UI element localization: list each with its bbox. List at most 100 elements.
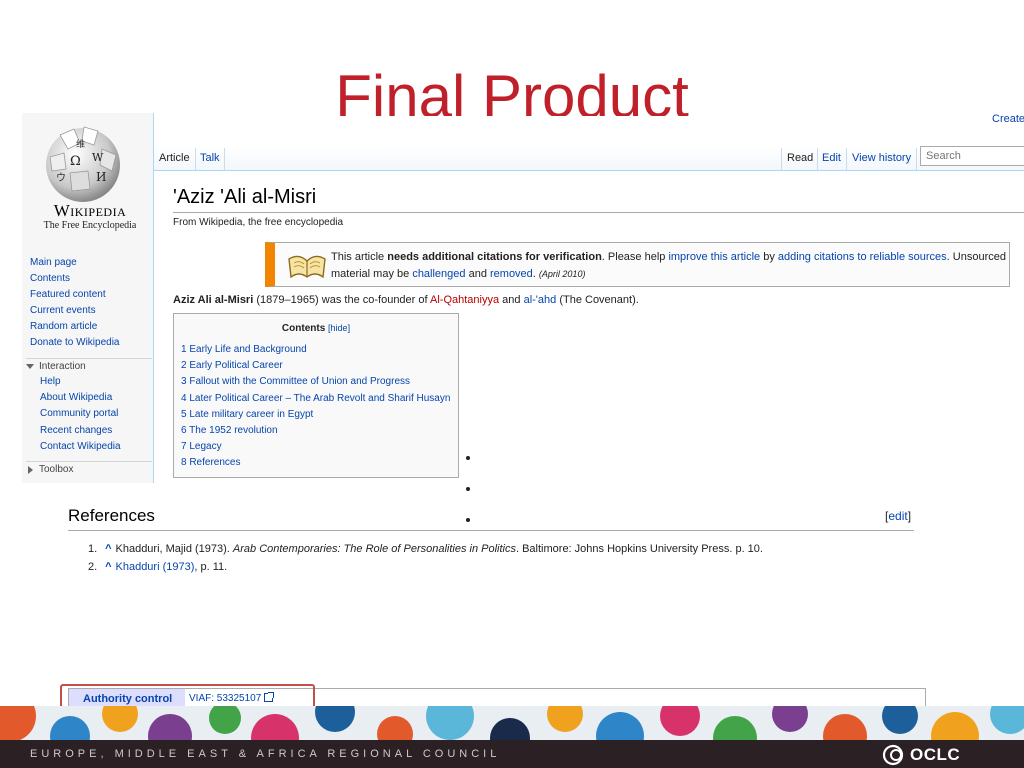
improve-article-link[interactable]: improve this article — [668, 251, 760, 263]
nav-current-events[interactable]: Current events — [30, 303, 150, 319]
toc-item[interactable]: 6 The 1952 revolution — [181, 423, 450, 439]
nav-about-wikipedia[interactable]: About Wikipedia — [26, 390, 152, 406]
tab-separator — [916, 148, 917, 170]
footer-council-name: EUROPE, MIDDLE EAST & AFRICA REGIONAL CO… — [30, 748, 501, 760]
edit-section-link[interactable]: edit — [888, 509, 907, 523]
toolbox-portlet: Toolbox — [26, 461, 152, 477]
triangle-down-icon — [26, 364, 34, 369]
toc-list: 1 Early Life and Background 2 Early Poli… — [181, 342, 450, 472]
svg-text:ウ: ウ — [56, 172, 66, 184]
lead-paragraph: Aziz Ali al-Misri (1879–1965) was the co… — [173, 294, 639, 306]
reference-page: , p. 11. — [194, 561, 228, 573]
references-heading: References — [68, 506, 155, 525]
site-sub: From Wikipedia, the free encyclopedia — [173, 217, 344, 228]
notice-text-part: . — [532, 268, 536, 280]
wikipedia-wordmark: Wikipedia — [53, 201, 127, 220]
svg-text:И: И — [96, 170, 106, 184]
wikipedia-globe-icon[interactable]: Ω W И ウ 维 — [40, 121, 126, 203]
reference-title: Arab Contemporaries: The Role of Persona… — [232, 543, 516, 555]
list-bullet — [466, 456, 470, 460]
nav-contents[interactable]: Contents — [30, 271, 150, 287]
toc-item[interactable]: 8 References — [181, 455, 450, 471]
slide-title: Final Product — [335, 63, 689, 116]
toolbox-toggle[interactable]: Toolbox — [26, 461, 152, 477]
lead-text-part: (1879–1965) was the co-founder of — [253, 294, 431, 306]
citation-notice: This article needs additional citations … — [265, 242, 1010, 287]
toc-item[interactable]: 5 Late military career in Egypt — [181, 407, 450, 423]
lead-subject: Aziz Ali al-Misri — [173, 294, 254, 306]
nav-recent-changes[interactable]: Recent changes — [26, 423, 152, 439]
bracket-close: ] — [907, 509, 912, 523]
nav-main-page[interactable]: Main page — [30, 255, 150, 271]
notice-text-part: and — [465, 268, 490, 280]
notice-bold: needs additional citations for verificat… — [387, 251, 602, 263]
reference-item: 2. ^ Khadduri (1973), p. 11. — [88, 561, 227, 573]
list-bullet — [466, 487, 470, 491]
tab-edit[interactable]: Edit — [822, 151, 841, 165]
toc-hide-link[interactable]: [hide] — [328, 323, 350, 333]
backlink-caret[interactable]: ^ — [105, 543, 111, 555]
al-qahtaniyya-link[interactable]: Al-Qahtaniyya — [430, 294, 499, 306]
toc-item[interactable]: 7 Legacy — [181, 439, 450, 455]
svg-text:维: 维 — [76, 138, 85, 150]
search-input[interactable] — [920, 146, 1024, 166]
nav-help[interactable]: Help — [26, 374, 152, 390]
nav-community-portal[interactable]: Community portal — [26, 406, 152, 422]
adding-citations-link[interactable]: adding citations to reliable sources — [778, 251, 947, 263]
tab-separator — [224, 148, 225, 170]
challenged-link[interactable]: challenged — [412, 268, 465, 280]
toc-item[interactable]: 1 Early Life and Background — [181, 342, 450, 358]
create-account-link[interactable]: Create — [992, 113, 1024, 125]
tab-article[interactable]: Article — [159, 151, 190, 165]
wikipedia-tagline: The Free Encyclopedia — [43, 220, 137, 231]
notice-text: This article needs additional citations … — [331, 249, 1011, 283]
removed-link[interactable]: removed — [490, 268, 533, 280]
reference-author: Khadduri, Majid (1973). — [115, 543, 233, 555]
lead-text-part: and — [499, 294, 524, 306]
interaction-label: Interaction — [39, 361, 86, 372]
tab-read[interactable]: Read — [787, 151, 813, 165]
nav-contact-wikipedia[interactable]: Contact Wikipedia — [26, 439, 152, 455]
svg-text:Ω: Ω — [70, 154, 81, 169]
reference-link[interactable]: Khadduri (1973) — [116, 561, 195, 573]
reference-publisher: . Baltimore: Johns Hopkins University Pr… — [515, 543, 763, 555]
table-of-contents: Contents [hide] 1 Early Life and Backgro… — [173, 313, 459, 478]
nav-donate[interactable]: Donate to Wikipedia — [30, 335, 150, 351]
notice-text-part: . Please help — [601, 251, 669, 263]
footer-decoration — [0, 706, 1024, 740]
interaction-toggle[interactable]: Interaction — [26, 358, 152, 374]
reference-item: 1. ^ Khadduri, Majid (1973). Arab Contemp… — [88, 543, 763, 555]
oclc-mark-icon — [882, 744, 904, 766]
toc-item[interactable]: 3 Fallout with the Committee of Union an… — [181, 374, 450, 390]
nav-featured-content[interactable]: Featured content — [30, 287, 150, 303]
main-navigation: Main page Contents Featured content Curr… — [30, 255, 150, 351]
toc-item[interactable]: 2 Early Political Career — [181, 358, 450, 374]
notice-date: (April 2010) — [538, 269, 586, 279]
tab-talk[interactable]: Talk — [200, 151, 220, 165]
triangle-right-icon — [28, 465, 33, 474]
tab-separator — [781, 148, 782, 170]
wiki-sidebar: Ω W И ウ 维 Wikipedia The Free Encyclopedi… — [22, 113, 154, 483]
lead-text-part: (The Covenant). — [556, 294, 639, 306]
notice-text-part: by — [760, 251, 778, 263]
references-edit: [edit] — [885, 509, 911, 523]
page-tabs-bar: Article Talk Read Edit View history — [154, 146, 1024, 171]
oclc-wordmark: OCLC — [910, 745, 961, 764]
list-bullet — [466, 518, 470, 522]
reference-number: 1. — [88, 543, 98, 555]
tab-separator — [817, 148, 818, 170]
toc-title: Contents [hide] — [174, 323, 458, 334]
notice-text-part: This article — [331, 251, 388, 263]
oclc-logo: OCLC — [882, 744, 960, 766]
al-ahd-link[interactable]: al-'ahd — [524, 294, 557, 306]
svg-text:W: W — [92, 151, 104, 164]
backlink-caret[interactable]: ^ — [105, 561, 111, 573]
toc-item[interactable]: 4 Later Political Career – The Arab Revo… — [181, 391, 450, 407]
tab-view-history[interactable]: View history — [852, 151, 911, 165]
toc-title-text: Contents — [281, 323, 326, 334]
heading-divider — [173, 212, 1024, 213]
open-book-icon — [288, 255, 326, 279]
toolbox-label: Toolbox — [39, 464, 74, 475]
interaction-portlet: Interaction Help About Wikipedia Communi… — [26, 358, 152, 455]
nav-random-article[interactable]: Random article — [30, 319, 150, 335]
